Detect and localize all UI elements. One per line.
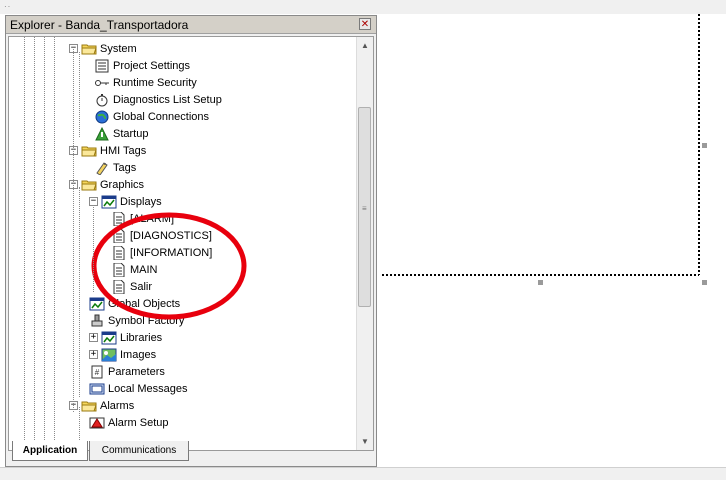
tab-communications-label: Communications <box>101 445 177 456</box>
tree-guide-line-graphics <box>79 187 80 397</box>
tree-guide-line-root <box>73 49 74 412</box>
tree-guide-line-system <box>79 52 80 137</box>
explorer-panel: Explorer - Banda_Transportadora ✕ ▲ ≡ ▼ … <box>5 15 377 467</box>
status-strip <box>0 467 726 480</box>
tree-guide-line-3 <box>54 37 55 450</box>
red-circle-annotation-shape <box>91 212 247 320</box>
tab-application-label: Application <box>22 445 78 456</box>
tab-application[interactable]: Application <box>12 441 88 461</box>
explorer-title: Explorer - Banda_Transportadora <box>10 18 189 32</box>
display-selection-frame <box>382 14 707 285</box>
resize-handle-corner <box>702 280 707 285</box>
display-editor-canvas[interactable] <box>382 14 726 466</box>
top-toolbar-strip: ·· <box>0 0 726 14</box>
explorer-titlebar[interactable]: Explorer - Banda_Transportadora ✕ <box>6 16 376 34</box>
explorer-tree: ▲ ≡ ▼ − System Project Settings Runtime Sec… <box>8 36 374 451</box>
tree-guide-line-1 <box>34 37 35 450</box>
red-circle-annotation <box>91 212 247 320</box>
resize-handle-right <box>702 143 707 148</box>
tab-communications[interactable]: Communications <box>89 441 189 461</box>
tree-guide-line-0 <box>24 37 25 450</box>
tree-guide-line-2 <box>44 37 45 450</box>
tree-guide-line-displays <box>93 205 94 292</box>
close-icon[interactable]: ✕ <box>359 18 371 30</box>
resize-handle-bottom <box>538 280 543 285</box>
toolbar-grip-icon: ·· <box>4 2 12 11</box>
